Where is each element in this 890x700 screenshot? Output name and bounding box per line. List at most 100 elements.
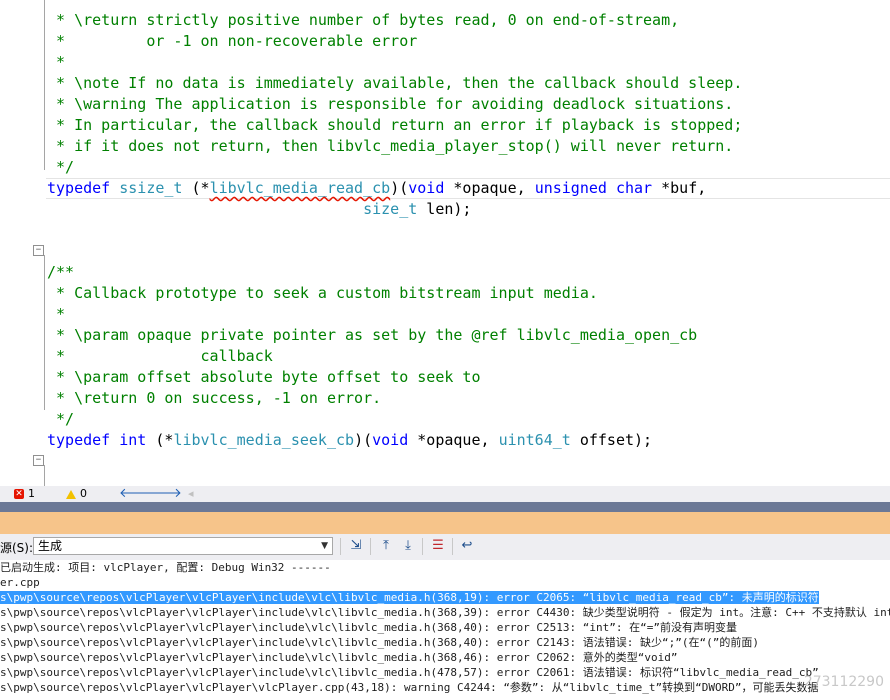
arrow-right-icon[interactable]: 🡒 — [147, 486, 182, 502]
code-line: * \return strictly positive number of by… — [47, 10, 679, 31]
previous-message-icon[interactable]: ⤒ — [378, 538, 394, 554]
output-line[interactable]: er.cpp — [0, 575, 40, 590]
code-token: */ — [47, 158, 75, 176]
code-token: int — [119, 431, 147, 449]
disabled-nav-icon: ◂ — [188, 487, 194, 500]
code-token: ssize_t — [119, 179, 183, 197]
code-line: */ — [47, 409, 74, 430]
code-token: * \warning The application is responsibl… — [47, 95, 734, 113]
code-token: libvlc_media_seek_cb — [173, 431, 355, 449]
code-line: * In particular, the callback should ret… — [47, 115, 742, 136]
code-token: */ — [47, 410, 75, 428]
output-line[interactable]: s\pwp\source\repos\vlcPlayer\vlcPlayer\i… — [0, 635, 759, 650]
output-line-text: s\pwp\source\repos\vlcPlayer\vlcPlayer\i… — [0, 606, 890, 619]
word-wrap-icon[interactable]: ↩ — [459, 538, 475, 554]
code-token: unsigned char — [534, 179, 653, 197]
code-editor[interactable]: − − * * \return strictly positive number… — [0, 0, 890, 486]
output-line-text: er.cpp — [0, 576, 40, 589]
output-line[interactable]: s\pwp\source\repos\vlcPlayer\vlcPlayer\i… — [0, 590, 819, 605]
code-line: * if it does not return, then libvlc_med… — [47, 136, 733, 157]
code-token: libvlc_media_read_cb — [209, 179, 391, 197]
code-token: * callback — [47, 347, 273, 365]
code-line: typedef ssize_t (*libvlc_media_read_cb)(… — [47, 178, 706, 199]
code-token: *opaque, — [408, 431, 499, 449]
toolbar-separator — [340, 538, 341, 555]
code-token: * or -1 on non-recoverable error — [47, 32, 418, 50]
code-token: * if it does not return, then libvlc_med… — [47, 137, 734, 155]
toolbar-separator — [370, 538, 371, 555]
output-line-text: s\pwp\source\repos\vlcPlayer\vlcPlayer\i… — [0, 591, 819, 604]
output-line-text: s\pwp\source\repos\vlcPlayer\vlcPlayer\i… — [0, 621, 738, 634]
chevron-down-icon: ▼ — [321, 541, 328, 551]
code-line: * \param offset absolute byte offset to … — [47, 367, 480, 388]
code-token: )( — [390, 179, 409, 197]
code-token: void — [372, 431, 409, 449]
error-count[interactable]: ✕ 1 — [14, 486, 35, 502]
output-line[interactable]: s\pwp\source\repos\vlcPlayer\vlcPlayer\i… — [0, 650, 678, 665]
code-token: /** — [47, 263, 75, 281]
panel-splitter[interactable] — [0, 502, 890, 512]
outline-gutter-line — [44, 465, 45, 486]
source-label: 源(S): — [0, 541, 34, 555]
code-token: * — [47, 53, 66, 71]
toolbar-separator — [422, 538, 423, 555]
code-token: (* — [182, 179, 210, 197]
watermark: 273112290 — [803, 674, 884, 690]
code-token: *opaque, — [444, 179, 535, 197]
code-token: typedef — [47, 431, 111, 449]
code-line: /** — [47, 262, 74, 283]
code-token: * \note If no data is immediately availa… — [47, 74, 743, 92]
collapse-toggle-icon[interactable]: − — [33, 455, 44, 466]
outline-gutter-line — [44, 255, 45, 410]
output-line[interactable]: s\pwp\source\repos\vlcPlayer\vlcPlayer\i… — [0, 665, 819, 680]
toolbar-separator — [452, 538, 453, 555]
next-message-icon[interactable]: ⤓ — [400, 538, 416, 554]
code-token: size_t — [363, 200, 418, 218]
code-line: * — [47, 304, 65, 325]
collapse-toggle-icon[interactable]: − — [33, 245, 44, 256]
source-select[interactable]: 生成 ▼ — [33, 537, 333, 555]
code-token: * — [47, 305, 66, 323]
output-window[interactable]: 已启动生成: 项目: vlcPlayer, 配置: Debug Win32 --… — [0, 560, 890, 700]
code-line: * — [47, 0, 65, 10]
code-token: (* — [146, 431, 174, 449]
output-line[interactable]: s\pwp\source\repos\vlcPlayer\vlcPlayer\i… — [0, 605, 890, 620]
warning-count[interactable]: 0 — [66, 486, 87, 502]
output-line-text: s\pwp\source\repos\vlcPlayer\vlcPlayer\i… — [0, 666, 819, 679]
clear-all-icon[interactable]: ☰ — [430, 538, 446, 554]
code-token: * \return strictly positive number of by… — [47, 11, 680, 29]
code-line: typedef int (*libvlc_media_seek_cb)(void… — [47, 430, 652, 451]
code-token: typedef — [47, 179, 111, 197]
code-token: * — [47, 0, 65, 8]
warning-icon — [66, 489, 76, 499]
go-to-line-icon[interactable]: ⇲ — [348, 538, 364, 554]
code-line: */ — [47, 157, 74, 178]
output-line-text: 已启动生成: 项目: vlcPlayer, 配置: Debug Win32 --… — [0, 561, 331, 574]
output-line[interactable]: s\pwp\source\repos\vlcPlayer\vlcPlayer\v… — [0, 680, 819, 695]
code-line: * callback — [47, 346, 273, 367]
code-token: )( — [354, 431, 373, 449]
code-line: * \note If no data is immediately availa… — [47, 73, 742, 94]
code-token: offset); — [570, 431, 653, 449]
code-token: uint64_t — [498, 431, 571, 449]
code-line: * \return 0 on success, -1 on error. — [47, 388, 381, 409]
output-line-text: s\pwp\source\repos\vlcPlayer\vlcPlayer\v… — [0, 681, 819, 694]
output-line-text: s\pwp\source\repos\vlcPlayer\vlcPlayer\i… — [0, 651, 678, 664]
output-toolbar: 源(S): 生成 ▼ ⇲ ⤒ ⤓ ☰ ↩ — [0, 534, 890, 560]
code-token: * \return 0 on success, -1 on error. — [47, 389, 382, 407]
code-line: * \warning The application is responsibl… — [47, 94, 733, 115]
code-token: void — [408, 179, 445, 197]
code-line: * Callback prototype to seek a custom bi… — [47, 283, 598, 304]
code-line: * — [47, 52, 65, 73]
output-panel-header — [0, 512, 890, 534]
code-line: * or -1 on non-recoverable error — [47, 31, 417, 52]
code-token: * Callback prototype to seek a custom bi… — [47, 284, 598, 302]
code-token: * \param offset absolute byte offset to … — [47, 368, 481, 386]
editor-status-bar: ✕ 1 0 🡐 🡒 ◂ — [0, 486, 890, 502]
output-line[interactable]: 已启动生成: 项目: vlcPlayer, 配置: Debug Win32 --… — [0, 560, 331, 575]
code-line: * \param opaque private pointer as set b… — [47, 325, 697, 346]
output-line[interactable]: s\pwp\source\repos\vlcPlayer\vlcPlayer\i… — [0, 620, 737, 635]
